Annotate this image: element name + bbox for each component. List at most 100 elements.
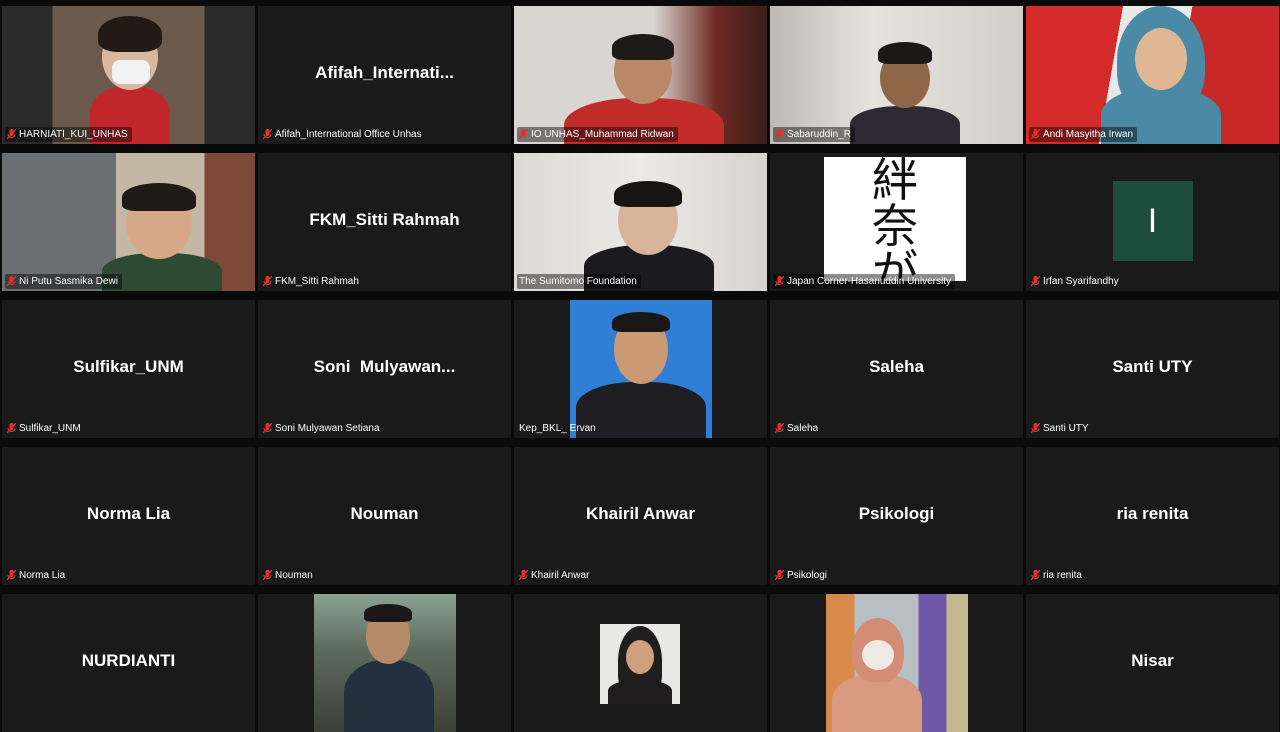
mic-muted-icon [7, 423, 16, 434]
calligraphy-image: 絆奈が [824, 157, 966, 281]
avatar: I [1112, 181, 1193, 261]
participant-display-name: Saleha [869, 357, 924, 376]
participant-tile[interactable] [514, 594, 767, 732]
mic-muted-icon [263, 129, 272, 140]
participant-name-label: Andi Masyitha Irwan [1029, 127, 1138, 142]
mic-muted-icon [1031, 423, 1040, 434]
participant-display-name: Nisar [1131, 651, 1174, 670]
mic-muted-icon [263, 423, 272, 434]
participant-name-label: Kep_BKL_ Ervan [517, 421, 600, 436]
participant-name: Santi UTY [1043, 423, 1089, 434]
mic-muted-icon [519, 129, 528, 140]
mic-muted-icon [7, 129, 16, 140]
participant-name: Afifah_International Office Unhas [275, 129, 422, 140]
participant-video [514, 594, 767, 732]
participant-name: Irfan Syarifandhy [1043, 276, 1119, 287]
participant-tile[interactable]: Khairil Anwar Khairil Anwar [514, 447, 767, 585]
participant-name-label: IO UNHAS_Muhammad Ridwan [517, 127, 678, 142]
participant-name: Khairil Anwar [531, 570, 590, 581]
participant-tile[interactable]: Sabaruddin_R [770, 6, 1023, 144]
mic-muted-icon [263, 570, 272, 581]
participant-video [770, 594, 1023, 732]
participant-name-label: Sabaruddin_R [773, 127, 855, 142]
participant-display-name: FKM_Sitti Rahmah [309, 210, 460, 229]
mic-muted-icon [7, 276, 16, 287]
participant-display-name: Afifah_Internati... [315, 63, 454, 82]
participant-tile[interactable] [258, 594, 511, 732]
participant-name-label: Psikologi [773, 568, 831, 583]
mic-muted-icon [775, 423, 784, 434]
mic-muted-icon [1031, 129, 1040, 140]
participant-tile[interactable]: Andi Masyitha Irwan [1026, 6, 1279, 144]
participant-tile[interactable]: ria renita ria renita [1026, 447, 1279, 585]
participant-display-name: Khairil Anwar [586, 504, 695, 523]
mic-muted-icon [1031, 570, 1040, 581]
participant-display-name: NURDIANTI [81, 651, 176, 670]
participant-name-label: Khairil Anwar [517, 568, 593, 583]
active-speaker-tile[interactable]: The Sumitomo Foundation [514, 153, 767, 291]
participant-display-name: Nouman [350, 504, 419, 523]
participant-name-label: Nouman [261, 568, 317, 583]
participant-tile[interactable]: Saleha Saleha [770, 300, 1023, 438]
mic-muted-icon [775, 276, 784, 287]
mic-muted-icon [263, 276, 272, 287]
mic-muted-icon [1031, 276, 1040, 287]
participant-name-label: Ni Putu Sasmika Dewi [5, 274, 122, 289]
participant-video [514, 6, 767, 144]
participant-name: Japan Corner-Hasanuddin University [787, 276, 951, 287]
participant-tile[interactable]: HARNIATI_KUI_UNHAS [2, 6, 255, 144]
participant-tile[interactable]: 絆奈が Japan Corner-Hasanuddin University [770, 153, 1023, 291]
participant-name-label: Soni Mulyawan Setiana [261, 421, 384, 436]
participant-name-label: The Sumitomo Foundation [517, 274, 641, 289]
participant-tile[interactable]: Norma Lia Norma Lia [2, 447, 255, 585]
participant-display-name: Sulfikar_UNM [73, 357, 184, 376]
participant-display-name: Santi UTY [1112, 357, 1193, 376]
participant-name: Kep_BKL_ Ervan [519, 423, 596, 434]
participant-name: Sulfikar_UNM [19, 423, 81, 434]
participant-name: Sabaruddin_R [787, 129, 851, 140]
participant-name: Ni Putu Sasmika Dewi [19, 276, 118, 287]
participant-name-label: Sulfikar_UNM [5, 421, 85, 436]
participant-tile[interactable]: Santi UTY Santi UTY [1026, 300, 1279, 438]
participant-tile[interactable]: Nouman Nouman [258, 447, 511, 585]
participant-video [258, 594, 511, 732]
participant-name-label: Norma Lia [5, 568, 69, 583]
mic-muted-icon [519, 570, 528, 581]
participant-display-name: Psikologi [858, 504, 935, 523]
participant-name-label: Japan Corner-Hasanuddin University [773, 274, 955, 289]
video-gallery: HARNIATI_KUI_UNHAS Afifah_Internati... A… [2, 6, 1279, 732]
participant-display-name: ria renita [1116, 504, 1189, 523]
participant-tile[interactable]: Nisar [1026, 594, 1279, 732]
participant-tile[interactable]: Soni Mulyawan... Soni Mulyawan Setiana [258, 300, 511, 438]
participant-name: ria renita [1043, 570, 1082, 581]
participant-name: IO UNHAS_Muhammad Ridwan [531, 129, 674, 140]
mic-muted-icon [775, 129, 784, 140]
participant-tile[interactable]: I Irfan Syarifandhy [1026, 153, 1279, 291]
participant-tile[interactable]: Psikologi Psikologi [770, 447, 1023, 585]
participant-name: Nouman [275, 570, 313, 581]
participant-tile[interactable] [770, 594, 1023, 732]
participant-tile[interactable]: Ni Putu Sasmika Dewi [2, 153, 255, 291]
participant-name-label: Santi UTY [1029, 421, 1093, 436]
participant-name: The Sumitomo Foundation [519, 276, 637, 287]
participant-name: Soni Mulyawan Setiana [275, 423, 380, 434]
participant-video [770, 6, 1023, 144]
mic-muted-icon [7, 570, 16, 581]
participant-name: HARNIATI_KUI_UNHAS [19, 129, 128, 140]
participant-tile[interactable]: IO UNHAS_Muhammad Ridwan [514, 6, 767, 144]
participant-display-name: Soni Mulyawan... [313, 357, 456, 376]
participant-video [2, 153, 255, 291]
participant-video [1026, 6, 1279, 144]
participant-tile[interactable]: Afifah_Internati... Afifah_International… [258, 6, 511, 144]
participant-name-label: FKM_Sitti Rahmah [261, 274, 363, 289]
participant-name: Norma Lia [19, 570, 66, 581]
participant-tile[interactable]: FKM_Sitti Rahmah FKM_Sitti Rahmah [258, 153, 511, 291]
participant-name-label: HARNIATI_KUI_UNHAS [5, 127, 132, 142]
participant-name-label: Afifah_International Office Unhas [261, 127, 426, 142]
participant-name-label: Saleha [773, 421, 822, 436]
participant-tile[interactable]: Kep_BKL_ Ervan [514, 300, 767, 438]
participant-tile[interactable]: Sulfikar_UNM Sulfikar_UNM [2, 300, 255, 438]
participant-name: Psikologi [787, 570, 828, 581]
participant-name: FKM_Sitti Rahmah [275, 276, 359, 287]
participant-tile[interactable]: NURDIANTI [2, 594, 255, 732]
